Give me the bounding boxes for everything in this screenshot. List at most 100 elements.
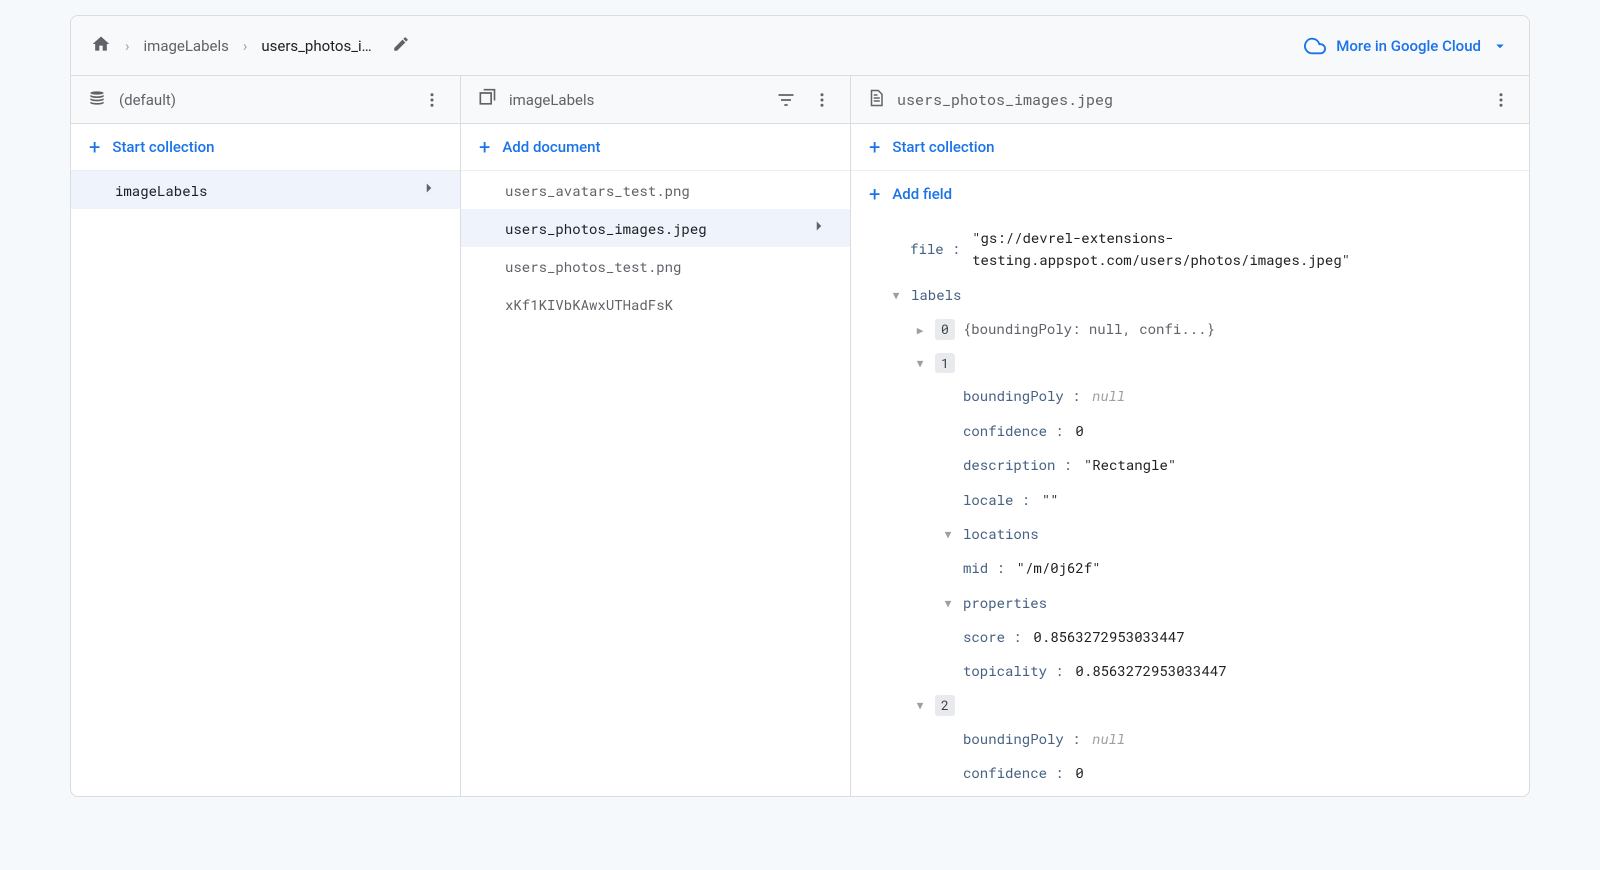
field-row-properties[interactable]: ▼ properties — [851, 586, 1529, 620]
field-key: topicality — [963, 660, 1047, 682]
chevron-right-icon — [810, 217, 828, 239]
document-item-label: users_photos_images.jpeg — [483, 219, 810, 238]
field-value: "gs://devrel-extensions-testing.appspot.… — [972, 227, 1513, 272]
plus-icon: + — [89, 137, 100, 157]
add-field-label: Add field — [892, 185, 952, 203]
start-collection-label: Start collection — [112, 138, 214, 156]
field-row[interactable]: confidence: 0 — [851, 414, 1529, 448]
field-key: description — [963, 454, 1055, 476]
fields-column-header: users_photos_images.jpeg — [851, 76, 1529, 124]
field-key: labels — [911, 284, 961, 306]
collection-item-imageLabels[interactable]: imageLabels — [71, 171, 460, 209]
breadcrumb-separator: › — [243, 37, 248, 55]
more-icon[interactable] — [1489, 88, 1513, 112]
field-value: "" — [1042, 489, 1059, 511]
document-item[interactable]: users_photos_images.jpeg — [461, 209, 850, 247]
field-value: 0 — [1075, 762, 1083, 784]
breadcrumb-separator: › — [125, 37, 130, 55]
field-value: 0.8563272953033447 — [1075, 660, 1226, 682]
field-row-label-2[interactable]: ▼ 2 — [851, 689, 1529, 722]
field-key: boundingPoly — [963, 385, 1064, 407]
collapse-icon[interactable]: ▼ — [941, 594, 955, 612]
chevron-right-icon — [420, 179, 438, 201]
field-row[interactable]: score: 0.8563272953033447 — [851, 620, 1529, 654]
field-row[interactable]: boundingPoly: null — [851, 722, 1529, 756]
array-index-badge: 1 — [935, 353, 955, 374]
field-key: boundingPoly — [963, 728, 1064, 750]
field-row[interactable]: locale: "" — [851, 483, 1529, 517]
collapse-icon[interactable]: ▼ — [941, 525, 955, 543]
document-icon — [867, 89, 885, 111]
field-preview: {boundingPoly: null, confi...} — [963, 318, 1215, 340]
cloud-link-label: More in Google Cloud — [1336, 37, 1481, 55]
filter-icon[interactable] — [774, 88, 798, 112]
start-collection-button[interactable]: + Start collection — [851, 124, 1529, 170]
plus-icon: + — [869, 137, 880, 157]
field-row-file[interactable]: file: "gs://devrel-extensions-testing.ap… — [851, 221, 1529, 278]
expand-icon[interactable]: ▶ — [913, 321, 927, 339]
breadcrumb-item[interactable]: imageLabels — [144, 37, 229, 55]
documents-column-header: imageLabels — [461, 76, 850, 124]
topbar: › imageLabels › users_photos_i… More in … — [71, 16, 1529, 76]
collapse-icon[interactable]: ▼ — [913, 696, 927, 714]
start-collection-label: Start collection — [892, 138, 994, 156]
field-row[interactable]: boundingPoly: null — [851, 379, 1529, 413]
field-value: "Rectangle" — [1084, 454, 1176, 476]
field-value: "/m/0j62f" — [1017, 557, 1101, 579]
columns: (default) + Start collection imageLabels — [71, 76, 1529, 796]
home-icon[interactable] — [91, 34, 111, 58]
fields-column-title: users_photos_images.jpeg — [897, 90, 1113, 110]
field-key: locations — [963, 523, 1039, 545]
document-item-label: xKf1KIVbKAwxUTHadFsK — [483, 295, 828, 314]
start-collection-button[interactable]: + Start collection — [71, 124, 460, 170]
collection-icon — [477, 88, 497, 112]
field-row-labels[interactable]: ▼ labels — [851, 278, 1529, 312]
field-key: mid — [963, 557, 988, 579]
document-item[interactable]: users_photos_test.png — [461, 247, 850, 285]
document-item[interactable]: xKf1KIVbKAwxUTHadFsK — [461, 285, 850, 323]
field-key: locale — [963, 489, 1013, 511]
breadcrumb: › imageLabels › users_photos_i… — [91, 34, 410, 58]
edit-icon[interactable] — [392, 35, 410, 57]
field-key: confidence — [963, 762, 1047, 784]
more-icon[interactable] — [810, 88, 834, 112]
field-key: properties — [963, 592, 1047, 614]
field-value: 0 — [1075, 420, 1083, 442]
field-key: file — [910, 238, 944, 260]
field-row-locations[interactable]: ▼ locations — [851, 517, 1529, 551]
field-row-label-1[interactable]: ▼ 1 — [851, 347, 1529, 380]
root-column-title: (default) — [119, 91, 176, 109]
array-index-badge: 2 — [935, 695, 955, 716]
document-item[interactable]: users_avatars_test.png — [461, 171, 850, 209]
breadcrumb-item[interactable]: users_photos_i… — [261, 37, 371, 55]
fields-column: users_photos_images.jpeg + Start collect… — [851, 76, 1529, 796]
array-index-badge: 0 — [935, 319, 955, 340]
field-key: confidence — [963, 420, 1047, 442]
chevron-down-icon — [1491, 37, 1509, 55]
collection-item-label: imageLabels — [93, 181, 420, 200]
field-value: null — [1092, 728, 1125, 750]
field-row-label-0[interactable]: ▶ 0 {boundingPoly: null, confi...} — [851, 312, 1529, 346]
field-row[interactable]: topicality: 0.8563272953033447 — [851, 654, 1529, 688]
collapse-icon[interactable]: ▼ — [889, 286, 903, 304]
root-column-header: (default) — [71, 76, 460, 124]
documents-column: imageLabels + Add document users_avatars… — [461, 76, 851, 796]
field-value: null — [1092, 385, 1125, 407]
cloud-icon — [1304, 35, 1326, 57]
add-document-button[interactable]: + Add document — [461, 124, 850, 170]
document-item-label: users_avatars_test.png — [483, 181, 828, 200]
add-document-label: Add document — [502, 138, 600, 156]
field-row[interactable]: description: "Rectangle" — [851, 448, 1529, 482]
database-panel: › imageLabels › users_photos_i… More in … — [70, 15, 1530, 797]
field-tree: file: "gs://devrel-extensions-testing.ap… — [851, 217, 1529, 796]
field-row[interactable]: confidence: 0 — [851, 756, 1529, 790]
database-icon — [87, 88, 107, 112]
field-value: 0.8563272953033447 — [1033, 626, 1184, 648]
field-row[interactable]: mid: "/m/0j62f" — [851, 551, 1529, 585]
collapse-icon[interactable]: ▼ — [913, 354, 927, 372]
add-field-button[interactable]: + Add field — [851, 171, 1529, 217]
more-in-google-cloud-link[interactable]: More in Google Cloud — [1304, 35, 1509, 57]
more-icon[interactable] — [420, 88, 444, 112]
documents-column-title: imageLabels — [509, 91, 594, 109]
field-key: score — [963, 626, 1005, 648]
